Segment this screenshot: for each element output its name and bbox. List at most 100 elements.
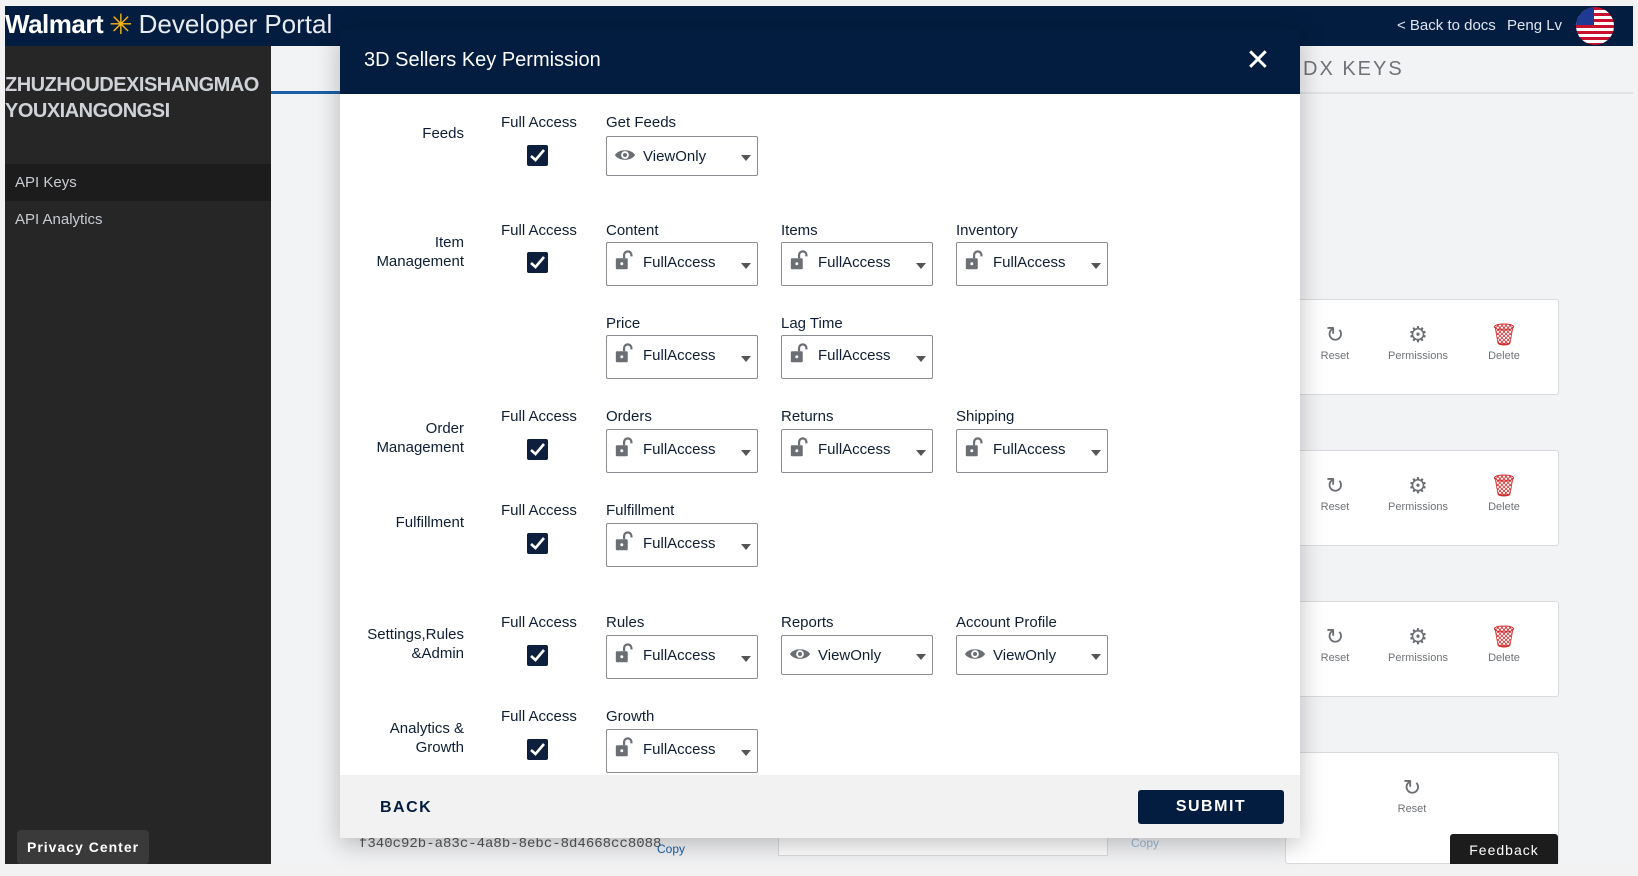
chevron-down-icon [741, 544, 751, 550]
reset-button[interactable]: ↻ Reset [1295, 622, 1375, 664]
field-label-growth: Growth [606, 708, 655, 725]
reset-button[interactable]: ↻ Reset [1372, 773, 1452, 815]
dropdown-shipping[interactable]: FullAccess [956, 429, 1108, 473]
chevron-down-icon [916, 356, 926, 362]
full-access-checkbox-settings[interactable] [527, 645, 548, 666]
portal-name: Developer Portal [138, 9, 333, 39]
unlock-icon [615, 437, 633, 457]
modal-body: Feeds Full Access Get Feeds ViewOnly Ite… [340, 94, 1300, 775]
walmart-logo[interactable]: Walmart ✳ Developer Portal [5, 9, 332, 40]
company-name-line1: ZHUZHOUDEXISHANGMAO [5, 74, 259, 96]
dropdown-items[interactable]: FullAccess [781, 242, 933, 286]
field-label-fulfillment: Fulfillment [606, 502, 675, 519]
permissions-button[interactable]: ⚙ Permissions [1378, 320, 1458, 362]
full-access-checkbox-order-management[interactable] [527, 439, 548, 460]
permissions-button[interactable]: ⚙ Permissions [1378, 471, 1458, 513]
refresh-icon: ↻ [1325, 322, 1345, 347]
copy-link[interactable]: Copy [1131, 836, 1159, 850]
trash-icon: 🗑 [1490, 322, 1518, 347]
unlock-icon [965, 250, 983, 270]
dropdown-value: FullAccess [818, 347, 891, 364]
chevron-down-icon [916, 654, 926, 660]
unlock-icon [615, 250, 633, 270]
group-label-feeds: Feeds [422, 125, 464, 142]
back-to-docs-link[interactable]: < Back to docs [1397, 17, 1496, 34]
tab-sandbox-keys[interactable]: DX KEYS [1303, 58, 1404, 81]
unlock-icon [615, 737, 633, 757]
chevron-down-icon [741, 656, 751, 662]
permissions-button[interactable]: ⚙ Permissions [1378, 622, 1458, 664]
chevron-down-icon [916, 450, 926, 456]
field-label-price: Price [606, 315, 641, 332]
sidebar: ZHUZHOUDEXISHANGMAO YOUXIANGONGSI API Ke… [5, 46, 271, 864]
dropdown-reports[interactable]: ViewOnly [781, 635, 933, 675]
dropdown-get-feeds[interactable]: ViewOnly [606, 136, 758, 176]
field-label-inventory: Inventory [956, 222, 1018, 239]
gear-icon: ⚙ [1408, 322, 1428, 347]
field-label-shipping: Shipping [956, 408, 1015, 425]
dropdown-price[interactable]: FullAccess [606, 335, 758, 379]
dropdown-rules[interactable]: FullAccess [606, 635, 758, 679]
dropdown-returns[interactable]: FullAccess [781, 429, 933, 473]
chevron-down-icon [741, 356, 751, 362]
delete-button[interactable]: 🗑 Delete [1464, 320, 1544, 362]
unlock-icon [965, 437, 983, 457]
reset-button[interactable]: ↻ Reset [1295, 320, 1375, 362]
full-access-label: Full Access [501, 708, 577, 725]
dropdown-value: ViewOnly [818, 647, 882, 664]
chevron-down-icon [1091, 450, 1101, 456]
permissions-modal: 3D Sellers Key Permission ✕ Feeds Full A… [340, 29, 1300, 838]
copy-link[interactable]: Copy [657, 842, 685, 856]
dropdown-value: FullAccess [993, 254, 1066, 271]
dropdown-growth[interactable]: FullAccess [606, 729, 758, 773]
company-name-line2: YOUXIANGONGSI [5, 100, 170, 122]
spark-icon: ✳ [109, 8, 133, 40]
delete-button[interactable]: 🗑 Delete [1464, 622, 1544, 664]
feedback-button[interactable]: Feedback [1450, 834, 1558, 864]
key-value: f340c92b-a83c-4a8b-8ebc-8d4668cc8088 [359, 836, 662, 852]
key-card: ↻ Reset ⚙ Permissions 🗑 Delete [1285, 299, 1559, 395]
back-button[interactable]: BACK [380, 791, 460, 824]
eye-icon [789, 649, 811, 659]
dropdown-value: FullAccess [818, 254, 891, 271]
chevron-down-icon [916, 263, 926, 269]
sidebar-item-api-keys[interactable]: API Keys [5, 164, 271, 201]
reset-button[interactable]: ↻ Reset [1295, 471, 1375, 513]
chevron-down-icon [741, 450, 751, 456]
full-access-label: Full Access [501, 502, 577, 519]
unlock-icon [615, 531, 633, 551]
full-access-checkbox-analytics[interactable] [527, 739, 548, 760]
unlock-icon [615, 643, 633, 663]
us-flag-icon[interactable] [1576, 7, 1614, 45]
modal-footer: BACK SUBMIT [340, 775, 1300, 838]
sidebar-item-api-analytics[interactable]: API Analytics [5, 201, 271, 238]
group-label-analytics: Analytics & Growth [389, 720, 464, 756]
full-access-checkbox-fulfillment[interactable] [527, 533, 548, 554]
full-access-label: Full Access [501, 614, 577, 631]
dropdown-fulfillment[interactable]: FullAccess [606, 523, 758, 567]
trash-icon: 🗑 [1490, 624, 1518, 649]
dropdown-inventory[interactable]: FullAccess [956, 242, 1108, 286]
group-label-item-management: Item Management [376, 234, 464, 270]
dropdown-lag-time[interactable]: FullAccess [781, 335, 933, 379]
submit-button[interactable]: SUBMIT [1138, 790, 1284, 824]
dropdown-content[interactable]: FullAccess [606, 242, 758, 286]
full-access-checkbox-item-management[interactable] [527, 252, 548, 273]
full-access-checkbox-feeds[interactable] [527, 145, 548, 166]
trash-icon: 🗑 [1490, 473, 1518, 498]
user-name[interactable]: Peng Lv [1507, 17, 1562, 34]
modal-header: 3D Sellers Key Permission ✕ [340, 29, 1300, 94]
close-icon[interactable]: ✕ [1238, 41, 1278, 81]
company-name: ZHUZHOUDEXISHANGMAO YOUXIANGONGSI [5, 72, 271, 124]
dropdown-account-profile[interactable]: ViewOnly [956, 635, 1108, 675]
unlock-icon [790, 343, 808, 363]
unlock-icon [615, 343, 633, 363]
tab-active-indicator [271, 91, 343, 94]
field-label-items: Items [781, 222, 818, 239]
privacy-center-button[interactable]: Privacy Center [17, 830, 150, 864]
refresh-icon: ↻ [1325, 473, 1345, 498]
key-card: ↻ Reset ⚙ Permissions 🗑 Delete [1285, 450, 1559, 546]
dropdown-orders[interactable]: FullAccess [606, 429, 758, 473]
delete-button[interactable]: 🗑 Delete [1464, 471, 1544, 513]
gear-icon: ⚙ [1408, 624, 1428, 649]
